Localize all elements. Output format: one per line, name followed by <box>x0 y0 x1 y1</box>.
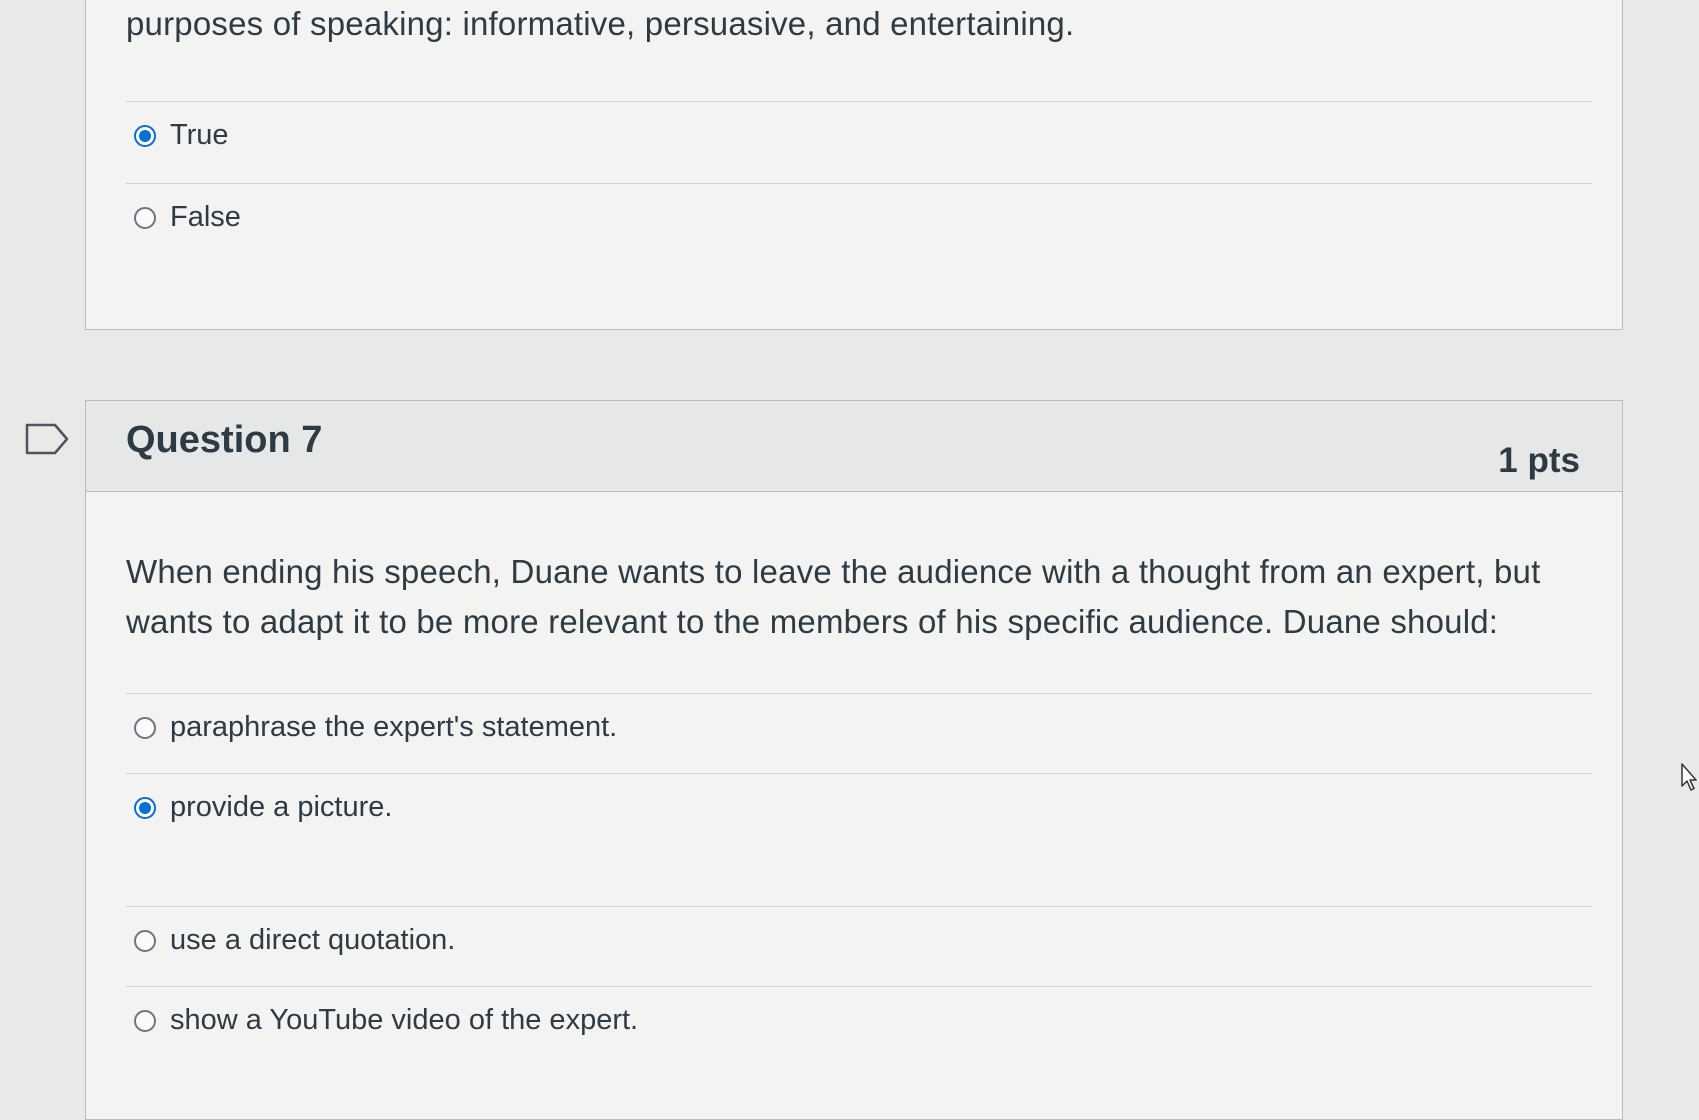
answer-option-false[interactable]: False <box>134 201 241 234</box>
radio-selected[interactable] <box>134 796 156 819</box>
previous-question-card: purposes of speaking: informative, persu… <box>85 0 1623 330</box>
answer-label: use a direct quotation. <box>170 924 456 956</box>
mouse-pointer-icon <box>1681 763 1697 791</box>
answer-divider <box>126 101 1592 102</box>
answer-label: show a YouTube video of the expert. <box>170 1004 639 1036</box>
answer-label: paraphrase the expert's statement. <box>170 711 618 743</box>
answer-option-true[interactable]: True <box>134 119 229 152</box>
radio-unselected[interactable] <box>134 206 156 229</box>
radio-selected[interactable] <box>134 124 156 147</box>
answer-divider <box>126 693 1592 694</box>
answer-option-quotation[interactable]: use a direct quotation. <box>134 924 455 957</box>
radio-unselected[interactable] <box>134 1009 156 1032</box>
answer-divider <box>126 986 1592 987</box>
answer-divider <box>126 906 1592 907</box>
answer-option-youtube[interactable]: show a YouTube video of the expert. <box>134 1004 638 1037</box>
answer-option-picture[interactable]: provide a picture. <box>134 791 392 824</box>
answer-divider <box>126 183 1592 184</box>
answer-label: False <box>170 201 241 233</box>
question-text: When ending his speech, Duane wants to l… <box>126 553 1541 640</box>
answer-label: True <box>170 119 229 151</box>
question-title: Question 7 <box>126 419 323 461</box>
answer-option-paraphrase[interactable]: paraphrase the expert's statement. <box>134 711 617 744</box>
flag-question-icon[interactable] <box>25 423 69 455</box>
answer-divider <box>126 773 1592 774</box>
answer-label: provide a picture. <box>170 791 393 823</box>
radio-unselected[interactable] <box>134 716 156 739</box>
question-points: 1 pts <box>1498 441 1580 480</box>
question-header: Question 7 1 pts <box>86 401 1622 492</box>
question-7-card: Question 7 1 pts When ending his speech,… <box>85 400 1623 1120</box>
question-text: purposes of speaking: informative, persu… <box>126 5 1075 42</box>
radio-unselected[interactable] <box>134 929 156 952</box>
